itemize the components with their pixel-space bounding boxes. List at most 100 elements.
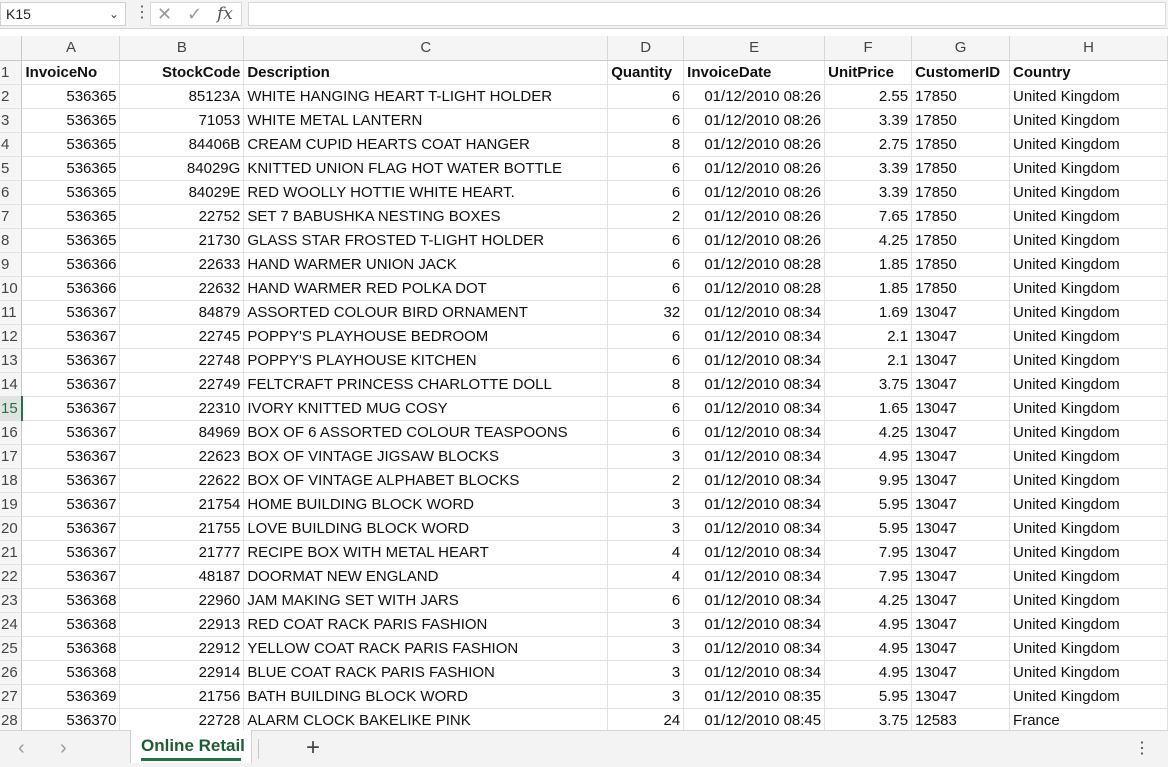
row-header[interactable]: 1 (0, 60, 23, 85)
table-cell[interactable]: 3 (607, 684, 685, 709)
table-cell[interactable]: 01/12/2010 08:26 (683, 108, 826, 133)
more-options-icon[interactable]: ⋮ (1134, 738, 1150, 760)
table-cell[interactable]: 3.75 (824, 372, 913, 397)
table-cell[interactable]: 13047 (911, 468, 1011, 493)
table-cell[interactable]: KNITTED UNION FLAG HOT WATER BOTTLE (243, 156, 609, 181)
table-cell[interactable]: 4.95 (824, 636, 913, 661)
row-header[interactable]: 3 (0, 108, 23, 133)
table-cell[interactable]: United Kingdom (1009, 468, 1168, 493)
table-cell[interactable]: YELLOW COAT RACK PARIS FASHION (243, 636, 609, 661)
table-cell[interactable]: 6 (607, 420, 685, 445)
table-cell[interactable]: 536366 (21, 276, 121, 301)
table-cell[interactable]: United Kingdom (1009, 108, 1168, 133)
table-cell[interactable]: 3 (607, 492, 685, 517)
table-cell[interactable]: FELTCRAFT PRINCESS CHARLOTTE DOLL (243, 372, 609, 397)
column-title-cell[interactable]: Country (1009, 60, 1168, 85)
table-cell[interactable]: 536367 (21, 396, 121, 421)
table-cell[interactable]: 13047 (911, 396, 1011, 421)
table-cell[interactable]: United Kingdom (1009, 588, 1168, 613)
table-cell[interactable]: BLUE COAT RACK PARIS FASHION (243, 660, 609, 685)
table-cell[interactable]: 13047 (911, 564, 1011, 589)
table-cell[interactable]: United Kingdom (1009, 252, 1168, 277)
row-header[interactable]: 17 (0, 444, 23, 469)
table-cell[interactable]: 22960 (119, 588, 245, 613)
table-cell[interactable]: 4.95 (824, 612, 913, 637)
chevron-left-icon[interactable]: ‹ (18, 737, 25, 759)
table-cell[interactable]: IVORY KNITTED MUG COSY (243, 396, 609, 421)
table-cell[interactable]: 536367 (21, 324, 121, 349)
table-cell[interactable]: 22748 (119, 348, 245, 373)
table-cell[interactable]: 17850 (911, 276, 1011, 301)
table-cell[interactable]: 01/12/2010 08:34 (683, 564, 826, 589)
table-cell[interactable]: POPPY'S PLAYHOUSE KITCHEN (243, 348, 609, 373)
table-cell[interactable]: United Kingdom (1009, 492, 1168, 517)
table-cell[interactable]: 01/12/2010 08:28 (683, 252, 826, 277)
table-cell[interactable]: 536365 (21, 228, 121, 253)
table-cell[interactable]: 6 (607, 276, 685, 301)
column-header-h[interactable]: H (1009, 36, 1168, 61)
table-cell[interactable]: WHITE METAL LANTERN (243, 108, 609, 133)
row-header[interactable]: 13 (0, 348, 23, 373)
table-cell[interactable]: 17850 (911, 204, 1011, 229)
table-cell[interactable]: 2.1 (824, 348, 913, 373)
table-cell[interactable]: 536367 (21, 372, 121, 397)
column-header-e[interactable]: E (683, 36, 826, 61)
table-cell[interactable]: 536367 (21, 516, 121, 541)
table-cell[interactable]: 01/12/2010 08:34 (683, 588, 826, 613)
column-header-b[interactable]: B (119, 36, 245, 61)
table-cell[interactable]: 9.95 (824, 468, 913, 493)
table-cell[interactable]: 84969 (119, 420, 245, 445)
table-cell[interactable]: United Kingdom (1009, 84, 1168, 109)
table-cell[interactable]: United Kingdom (1009, 396, 1168, 421)
row-header[interactable]: 18 (0, 468, 23, 493)
table-cell[interactable]: 536365 (21, 204, 121, 229)
table-cell[interactable]: 3.39 (824, 108, 913, 133)
table-cell[interactable]: United Kingdom (1009, 180, 1168, 205)
table-cell[interactable]: 22728 (119, 708, 245, 730)
column-header-a[interactable]: A (21, 36, 121, 61)
row-header[interactable]: 7 (0, 204, 23, 229)
table-cell[interactable]: United Kingdom (1009, 684, 1168, 709)
table-cell[interactable]: 536365 (21, 132, 121, 157)
table-cell[interactable]: 2 (607, 204, 685, 229)
table-cell[interactable]: 6 (607, 252, 685, 277)
table-cell[interactable]: 01/12/2010 08:34 (683, 660, 826, 685)
chevron-right-icon[interactable]: › (60, 737, 67, 759)
table-cell[interactable]: 13047 (911, 540, 1011, 565)
table-cell[interactable]: 13047 (911, 300, 1011, 325)
table-cell[interactable]: 22632 (119, 276, 245, 301)
table-cell[interactable]: BOX OF 6 ASSORTED COLOUR TEASPOONS (243, 420, 609, 445)
table-cell[interactable]: United Kingdom (1009, 540, 1168, 565)
table-cell[interactable]: 3 (607, 660, 685, 685)
table-cell[interactable]: 5.95 (824, 516, 913, 541)
table-cell[interactable]: 4.25 (824, 420, 913, 445)
table-cell[interactable]: France (1009, 708, 1168, 730)
table-cell[interactable]: 13047 (911, 660, 1011, 685)
table-cell[interactable]: RECIPE BOX WITH METAL HEART (243, 540, 609, 565)
table-cell[interactable]: 6 (607, 588, 685, 613)
table-cell[interactable]: United Kingdom (1009, 228, 1168, 253)
table-cell[interactable]: 4 (607, 564, 685, 589)
column-title-cell[interactable]: StockCode (119, 60, 245, 85)
table-cell[interactable]: 17850 (911, 132, 1011, 157)
table-cell[interactable]: SET 7 BABUSHKA NESTING BOXES (243, 204, 609, 229)
row-header[interactable]: 19 (0, 492, 23, 517)
table-cell[interactable]: 3 (607, 444, 685, 469)
row-header[interactable]: 12 (0, 324, 23, 349)
table-cell[interactable]: 3.39 (824, 180, 913, 205)
table-cell[interactable]: 4.25 (824, 588, 913, 613)
table-cell[interactable]: 21756 (119, 684, 245, 709)
table-cell[interactable]: 01/12/2010 08:34 (683, 492, 826, 517)
table-cell[interactable]: 84029E (119, 180, 245, 205)
table-cell[interactable]: 2.75 (824, 132, 913, 157)
row-header[interactable]: 5 (0, 156, 23, 181)
row-header[interactable]: 8 (0, 228, 23, 253)
table-cell[interactable]: 2.55 (824, 84, 913, 109)
column-title-cell[interactable]: CustomerID (911, 60, 1011, 85)
spreadsheet-grid[interactable]: ABCDEFGH 1 InvoiceNo StockCode Description Q… (0, 36, 1168, 730)
table-cell[interactable]: BATH BUILDING BLOCK WORD (243, 684, 609, 709)
table-cell[interactable]: 536367 (21, 564, 121, 589)
table-cell[interactable]: 2.1 (824, 324, 913, 349)
table-cell[interactable]: 22913 (119, 612, 245, 637)
table-cell[interactable]: 13047 (911, 324, 1011, 349)
